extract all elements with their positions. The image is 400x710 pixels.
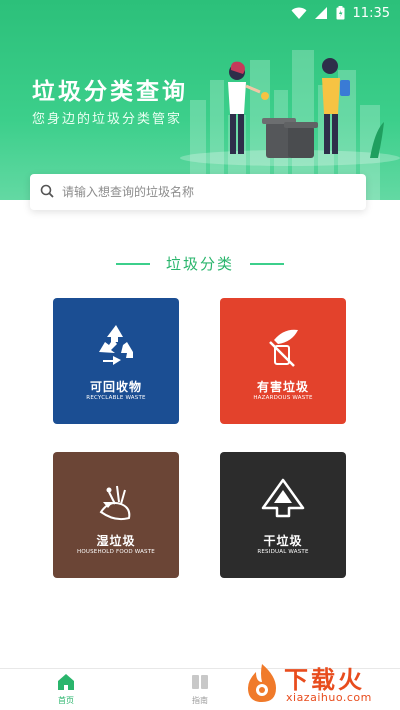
category-name: 干垃圾 [263,534,303,548]
search-bar[interactable] [30,174,366,210]
category-name-en: RESIDUAL WASTE [257,549,309,555]
category-card-food-waste[interactable]: 湿垃圾 HOUSEHOLD FOOD WASTE [53,452,179,578]
status-time: 11:35 [352,5,390,21]
tab-label: 指南 [192,696,208,705]
category-name: 有害垃圾 [256,380,309,394]
search-input[interactable] [62,185,366,199]
divider-right [250,262,284,265]
recycle-icon [53,320,179,376]
page-subtitle: 您身边的垃圾分类管家 [32,112,183,127]
food-waste-icon [53,474,179,530]
status-bar: 11:35 [0,0,400,26]
tab-home[interactable]: 首页 [36,673,96,706]
category-name: 湿垃圾 [96,534,136,548]
category-name-en: HAZARDOUS WASTE [253,395,313,401]
category-name-en: RECYCLABLE WASTE [86,395,146,401]
watermark-text: 下载火 [284,666,365,694]
section-heading: 垃圾分类 [0,253,400,274]
home-icon [57,674,75,693]
category-card-hazardous[interactable]: 有害垃圾 HAZARDOUS WASTE [220,298,346,424]
search-icon [40,183,54,202]
book-icon [191,675,209,693]
hazardous-icon [220,320,346,376]
flame-logo-icon [248,664,276,702]
category-name-en: HOUSEHOLD FOOD WASTE [76,549,155,555]
cellular-signal-icon [314,6,328,20]
watermark-logo: 下载火 xiazaihuo.com [236,658,396,708]
header-banner: 11:35 垃圾分类查询 您身边的垃圾分类管家 [0,0,400,200]
page-title: 垃圾分类查询 [32,79,188,105]
residual-icon [220,474,346,530]
battery-icon [336,6,345,20]
category-name: 可回收物 [89,380,142,394]
tab-label: 首页 [58,696,74,705]
section-title: 垃圾分类 [165,255,234,273]
category-card-residual[interactable]: 干垃圾 RESIDUAL WASTE [220,452,346,578]
watermark-url: xiazaihuo.com [286,691,372,704]
wifi-icon [291,7,307,20]
divider-left [115,262,150,265]
category-card-recyclable[interactable]: 可回收物 RECYCLABLE WASTE [53,298,179,424]
tab-guide[interactable]: 指南 [170,673,230,706]
